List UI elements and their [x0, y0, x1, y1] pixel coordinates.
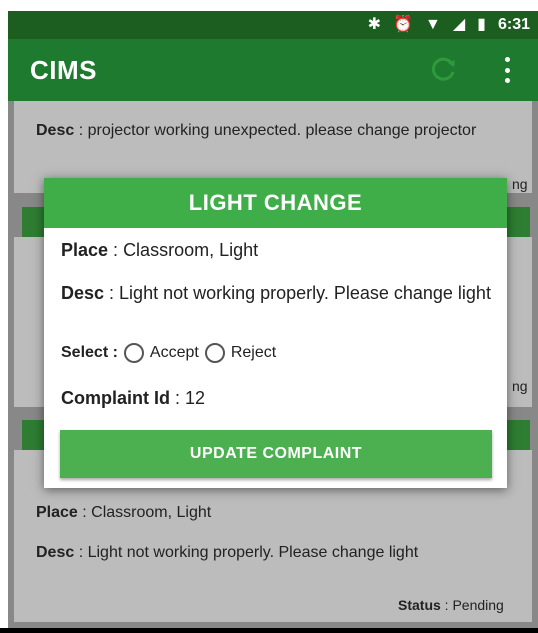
battery-icon: ▮: [477, 16, 486, 33]
signal-icon: ◢: [452, 16, 466, 33]
bottom-edge: [0, 628, 538, 633]
complaint-dialog: LIGHT CHANGE Place : Classroom, Light De…: [44, 178, 507, 488]
app-title: CIMS: [30, 55, 97, 85]
wifi-icon: ▼: [425, 16, 441, 33]
status-time: 6:31: [497, 16, 530, 33]
select-label: Select :: [61, 344, 118, 361]
complaint-id: Complaint Id : 12: [61, 388, 206, 408]
accept-radio[interactable]: Accept: [123, 343, 199, 363]
card-status: Status : Pending: [398, 597, 504, 613]
select-row: Select : Accept Reject: [61, 343, 276, 363]
bluetooth-icon: ✱: [367, 16, 382, 33]
card-status: ng: [512, 378, 528, 394]
app-bar: CIMS: [8, 39, 538, 101]
reject-radio[interactable]: Reject: [204, 343, 276, 363]
dialog-desc: Desc : Light not working properly. Pleas…: [61, 283, 491, 303]
app-screen: ✱ ⏰ ▼ ◢ ▮ 6:31 CIMS Desc : projector wor…: [0, 0, 538, 633]
radio-circle-icon[interactable]: [204, 343, 225, 363]
alarm-icon: ⏰: [393, 16, 413, 33]
status-bar: ✱ ⏰ ▼ ◢ ▮ 6:31: [8, 11, 538, 39]
card-place: Place : Classroom, Light: [36, 504, 212, 521]
refresh-icon[interactable]: [430, 55, 458, 83]
update-complaint-button[interactable]: UPDATE COMPLAINT: [60, 430, 492, 478]
dialog-title: LIGHT CHANGE: [44, 178, 507, 228]
radio-circle-icon[interactable]: [123, 343, 144, 363]
dialog-place: Place : Classroom, Light: [61, 240, 259, 260]
overflow-menu-icon[interactable]: [504, 57, 510, 83]
card-desc: Desc : Light not working properly. Pleas…: [36, 544, 419, 561]
card-status: ng: [512, 176, 528, 192]
card-desc: Desc : projector working unexpected. ple…: [36, 122, 477, 139]
